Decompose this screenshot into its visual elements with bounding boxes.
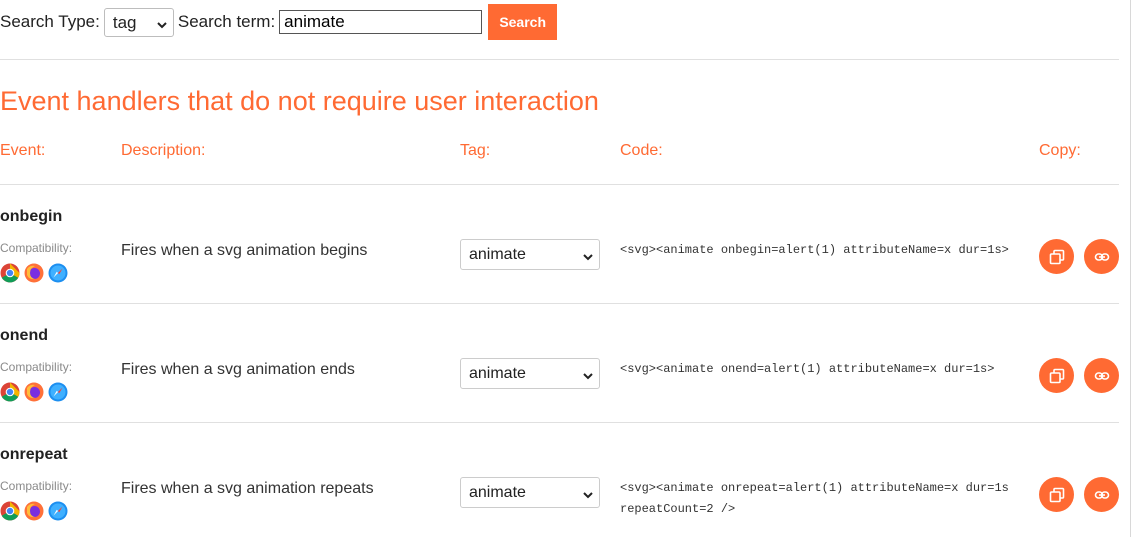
chevron-down-icon <box>582 488 594 506</box>
browser-icons <box>0 382 68 402</box>
search-type-value: tag <box>112 12 137 32</box>
compatibility-label: Compatibility: <box>0 360 73 374</box>
event-name: onbegin <box>0 208 63 225</box>
copy-button[interactable] <box>1039 477 1074 512</box>
link-icon <box>1094 252 1109 261</box>
tag-select-value: animate <box>469 365 526 382</box>
browser-icons <box>0 501 68 521</box>
tag-select[interactable]: animate <box>460 358 600 389</box>
safari-icon <box>48 263 68 283</box>
search-term-label: Search term: <box>177 12 276 31</box>
link-icon <box>1094 490 1109 499</box>
chrome-icon <box>0 263 20 283</box>
copy-icon <box>1049 487 1064 502</box>
chevron-down-icon <box>582 250 594 268</box>
chevron-down-icon <box>582 369 594 387</box>
copy-icon <box>1049 368 1064 383</box>
search-input[interactable] <box>279 10 483 34</box>
copy-icon <box>1049 249 1064 264</box>
copy-button[interactable] <box>1039 239 1074 274</box>
column-header-copy: Copy: <box>1039 142 1081 159</box>
column-header-event: Event: <box>0 142 46 159</box>
copy-button[interactable] <box>1039 358 1074 393</box>
search-type-select[interactable]: tag <box>103 7 174 37</box>
firefox-icon <box>24 263 44 283</box>
code-snippet: <svg><animate onrepeat=alert(1) attribut… <box>620 481 1009 516</box>
table-row: onrepeat Compatibility: Fires when a svg… <box>0 423 1131 537</box>
event-name: onrepeat <box>0 446 68 463</box>
chevron-down-icon <box>156 16 168 36</box>
search-bar: Search Type: tag Search term: Search <box>0 4 558 40</box>
search-type-label: Search Type: <box>0 12 100 31</box>
browser-icons <box>0 263 68 283</box>
tag-select-value: animate <box>469 246 526 263</box>
section-title: Event handlers that do not require user … <box>0 86 599 116</box>
chrome-icon <box>0 382 20 402</box>
column-header-tag: Tag: <box>460 142 491 159</box>
firefox-icon <box>24 382 44 402</box>
safari-icon <box>48 501 68 521</box>
compatibility-label: Compatibility: <box>0 241 73 255</box>
code-snippet: <svg><animate onbegin=alert(1) attribute… <box>620 243 1009 257</box>
table-row: onbegin Compatibility: Fires when a svg … <box>0 185 1131 304</box>
tag-select[interactable]: animate <box>460 477 600 508</box>
code-snippet: <svg><animate onend=alert(1) attributeNa… <box>620 362 995 376</box>
chrome-icon <box>0 501 20 521</box>
event-description: Fires when a svg animation repeats <box>121 480 374 497</box>
copy-link-button[interactable] <box>1084 358 1119 393</box>
column-header-description: Description: <box>121 142 206 159</box>
compatibility-label: Compatibility: <box>0 479 73 493</box>
search-button[interactable]: Search <box>488 4 558 40</box>
table-row: onend Compatibility: Fires when a svg an… <box>0 304 1131 423</box>
divider <box>0 59 1119 60</box>
link-icon <box>1094 371 1109 380</box>
copy-link-button[interactable] <box>1084 239 1119 274</box>
column-header-code: Code: <box>620 142 663 159</box>
event-description: Fires when a svg animation begins <box>121 242 368 259</box>
firefox-icon <box>24 501 44 521</box>
event-description: Fires when a svg animation ends <box>121 361 355 378</box>
event-name: onend <box>0 327 48 344</box>
tag-select-value: animate <box>469 484 526 501</box>
copy-link-button[interactable] <box>1084 477 1119 512</box>
tag-select[interactable]: animate <box>460 239 600 270</box>
safari-icon <box>48 382 68 402</box>
